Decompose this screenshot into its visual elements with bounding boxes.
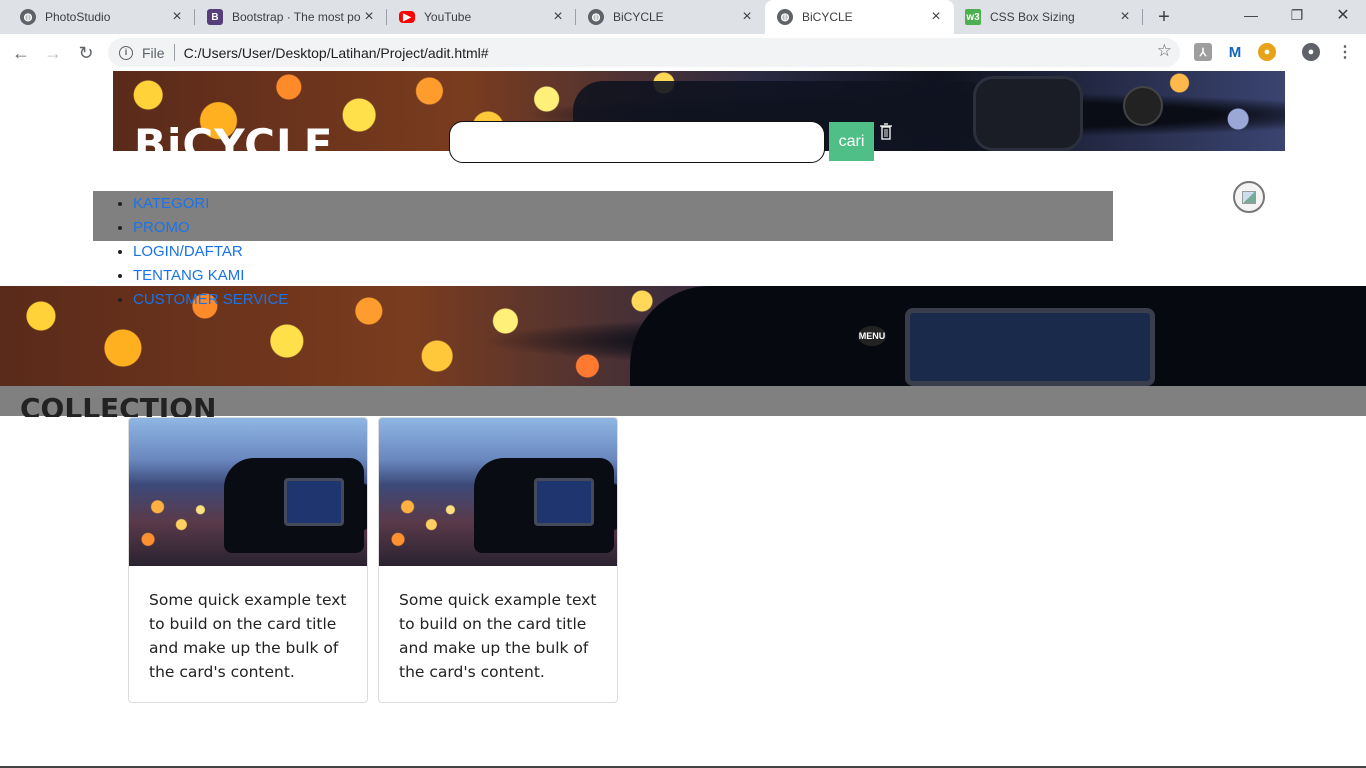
- tab-css-box-sizing[interactable]: w3 CSS Box Sizing ×: [955, 0, 1143, 34]
- nav-menu: KATEGORI PROMO LOGIN/DAFTAR TENTANG KAMI…: [115, 192, 288, 312]
- close-icon[interactable]: ×: [169, 9, 185, 25]
- scheme-label: File: [142, 44, 165, 61]
- nav-item-cs: CUSTOMER SERVICE: [133, 288, 288, 312]
- back-arrow-icon[interactable]: ←: [9, 41, 33, 65]
- search-input[interactable]: [449, 121, 825, 163]
- product-card[interactable]: Some quick example text to build on the …: [128, 417, 368, 703]
- url-text[interactable]: C:/Users/User/Desktop/Latihan/Project/ad…: [184, 45, 489, 61]
- profile-icon[interactable]: ●: [1302, 43, 1320, 61]
- browser-tab-bar: ◍ PhotoStudio × B Bootstrap · The most p…: [0, 0, 1366, 34]
- bookmark-star-icon[interactable]: ☆: [1157, 41, 1172, 61]
- tab-bicycle-1[interactable]: ◍ BiCYCLE ×: [576, 0, 765, 34]
- globe-icon: ◍: [777, 9, 793, 25]
- trash-icon: [880, 123, 892, 140]
- product-card[interactable]: Some quick example text to build on the …: [378, 417, 618, 703]
- close-icon[interactable]: ×: [928, 9, 944, 25]
- reload-icon[interactable]: ↻: [74, 41, 98, 65]
- tab-youtube[interactable]: ▶ YouTube ×: [387, 0, 576, 34]
- broken-image-icon: [1242, 190, 1256, 204]
- address-bar[interactable]: i File C:/Users/User/Desktop/Latihan/Pro…: [108, 38, 1180, 67]
- new-tab-button[interactable]: +: [1152, 6, 1176, 28]
- forward-arrow-icon[interactable]: →: [41, 41, 65, 65]
- nav-item-login: LOGIN/DAFTAR: [133, 240, 288, 264]
- menu-dots-icon[interactable]: ⋮: [1336, 43, 1354, 61]
- youtube-icon: ▶: [399, 11, 415, 23]
- nav-item-promo: PROMO: [133, 216, 288, 240]
- tab-photostudio[interactable]: ◍ PhotoStudio ×: [0, 0, 195, 34]
- w3schools-icon: w3: [965, 9, 981, 25]
- nav-link-login-daftar[interactable]: LOGIN/DAFTAR: [133, 243, 243, 260]
- info-icon[interactable]: i: [119, 45, 133, 60]
- close-icon[interactable]: ×: [739, 9, 755, 25]
- camera-menu-label: MENU: [858, 326, 886, 346]
- globe-icon: ◍: [588, 9, 604, 25]
- browser-toolbar: ← → ↻ i File C:/Users/User/Desktop/Latih…: [0, 34, 1366, 71]
- tab-bootstrap[interactable]: B Bootstrap · The most po ×: [195, 0, 387, 34]
- nav-link-kategori[interactable]: KATEGORI: [133, 195, 209, 212]
- malwarebytes-extension-icon[interactable]: M: [1226, 43, 1244, 61]
- tab-title: YouTube: [424, 10, 472, 24]
- tab-title: PhotoStudio: [45, 10, 111, 24]
- avatar[interactable]: [1233, 181, 1265, 213]
- bootstrap-icon: B: [207, 9, 223, 25]
- close-icon[interactable]: ×: [1117, 9, 1133, 25]
- window-close-button[interactable]: ✕: [1320, 0, 1366, 30]
- brand-logo[interactable]: BiCYCLE: [134, 119, 333, 151]
- tab-title: BiCYCLE: [802, 10, 853, 24]
- globe-extension-icon[interactable]: ●: [1258, 43, 1276, 61]
- collection-heading: COLLECTION: [20, 393, 217, 417]
- nav-item-kategori: KATEGORI: [133, 192, 288, 216]
- tab-title: Bootstrap · The most po: [232, 10, 361, 24]
- pdf-extension-icon[interactable]: ⅄: [1194, 43, 1212, 61]
- card-text: Some quick example text to build on the …: [399, 591, 597, 681]
- close-icon[interactable]: ×: [361, 9, 377, 25]
- tab-bicycle-active[interactable]: ◍ BiCYCLE ×: [765, 0, 954, 34]
- card-image: [379, 418, 617, 566]
- nav-item-tentang: TENTANG KAMI: [133, 264, 288, 288]
- card-image: [129, 418, 367, 566]
- nav-link-customer-service[interactable]: CUSTOMER SERVICE: [133, 291, 288, 308]
- globe-icon: ◍: [20, 9, 36, 25]
- nav-link-tentang-kami[interactable]: TENTANG KAMI: [133, 267, 244, 284]
- close-icon[interactable]: ×: [550, 9, 566, 25]
- card-text: Some quick example text to build on the …: [149, 591, 347, 681]
- nav-link-promo[interactable]: PROMO: [133, 219, 190, 236]
- tab-title: BiCYCLE: [613, 10, 664, 24]
- restore-button[interactable]: ❐: [1274, 0, 1320, 30]
- minimize-button[interactable]: —: [1228, 0, 1274, 30]
- tab-title: CSS Box Sizing: [990, 10, 1075, 24]
- page-viewport: BiCYCLE cari KATEGORI PROMO LOGIN/DAFTAR…: [0, 71, 1366, 768]
- search-button[interactable]: cari: [829, 122, 874, 161]
